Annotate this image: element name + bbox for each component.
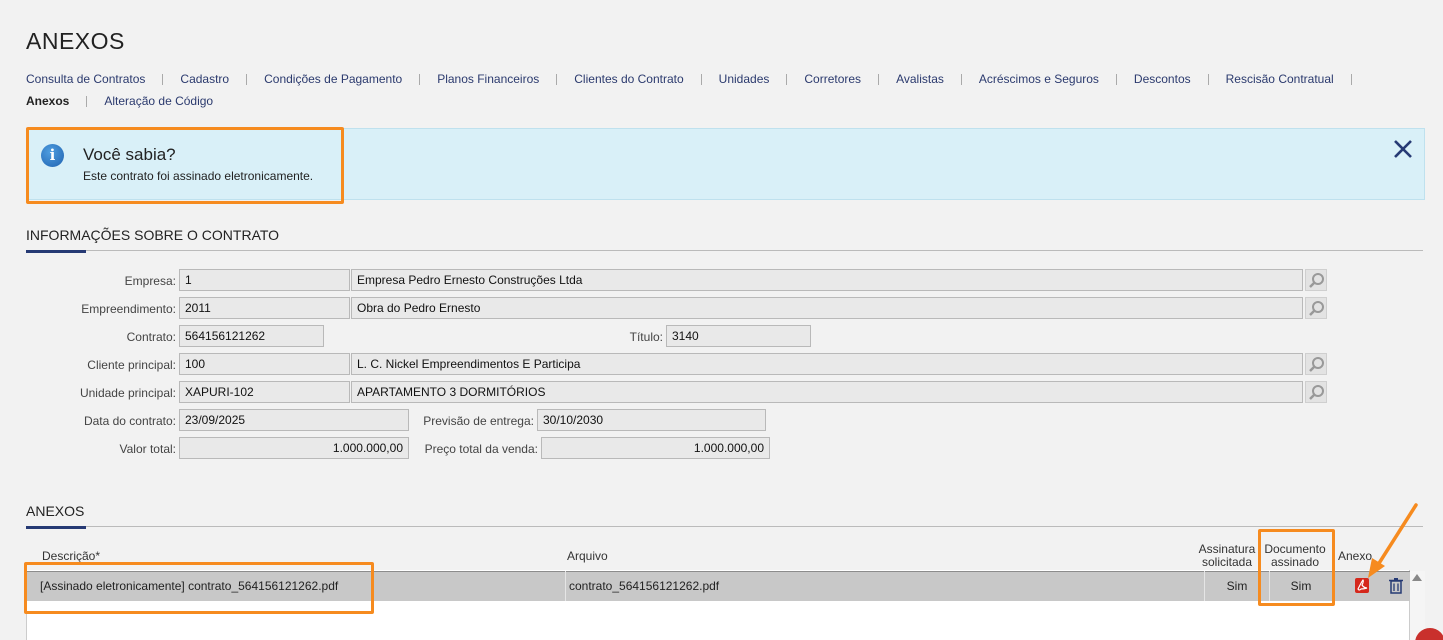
empresa-lookup-button[interactable] — [1305, 269, 1327, 291]
tab-descontos[interactable]: Descontos — [1134, 68, 1191, 90]
tab-anexos[interactable]: Anexos — [26, 90, 69, 112]
info-icon: i — [41, 144, 64, 167]
section-divider — [26, 250, 1423, 251]
preco-total-venda-field[interactable]: 1.000.000,00 — [541, 437, 770, 459]
tab-condicoes-pagamento[interactable]: Condições de Pagamento — [264, 68, 402, 90]
empreendimento-name-field[interactable]: Obra do Pedro Ernesto — [351, 297, 1303, 319]
tab-separator — [86, 95, 88, 107]
cliente-name-field[interactable]: L. C. Nickel Empreendimentos E Participa — [351, 353, 1303, 375]
tab-unidades[interactable]: Unidades — [719, 68, 770, 90]
search-icon — [1309, 385, 1324, 400]
search-icon — [1309, 301, 1324, 316]
tab-separator — [700, 73, 702, 85]
tab-consulta-contratos[interactable]: Consulta de Contratos — [26, 68, 145, 90]
cliente-lookup-button[interactable] — [1305, 353, 1327, 375]
tab-separator — [786, 73, 788, 85]
section-accent — [26, 250, 86, 253]
previsao-entrega-field[interactable]: 30/10/2030 — [537, 409, 766, 431]
data-contrato-field[interactable]: 23/09/2025 — [179, 409, 409, 431]
tab-row-1: Consulta de Contratos Cadastro Condições… — [26, 68, 1426, 90]
col-header-descricao[interactable]: Descrição* — [42, 549, 100, 563]
search-icon — [1309, 273, 1324, 288]
tab-avalistas[interactable]: Avalistas — [896, 68, 944, 90]
tab-cadastro[interactable]: Cadastro — [180, 68, 229, 90]
tab-separator — [1115, 73, 1117, 85]
unidade-name-field[interactable]: APARTAMENTO 3 DORMITÓRIOS — [351, 381, 1303, 403]
tab-separator — [556, 73, 558, 85]
empresa-label: Empresa: — [124, 274, 176, 288]
col-header-assinatura-line2: solicitada — [1201, 555, 1253, 569]
tab-bar: Consulta de Contratos Cadastro Condições… — [26, 68, 1426, 112]
alert-message: Este contrato foi assinado eletronicamen… — [83, 169, 314, 183]
tab-rescisao-contratual[interactable]: Rescisão Contratual — [1226, 68, 1334, 90]
tab-row-2: Anexos Alteração de Código — [26, 90, 1426, 112]
empreendimento-code-field[interactable]: 2011 — [179, 297, 350, 319]
section-title-contract-info: INFORMAÇÕES SOBRE O CONTRATO — [26, 227, 280, 243]
tab-planos-financeiros[interactable]: Planos Financeiros — [437, 68, 539, 90]
arrow-icon — [1368, 503, 1418, 578]
tab-separator — [878, 73, 880, 85]
cliente-label: Cliente principal: — [87, 358, 176, 372]
empresa-name-field[interactable]: Empresa Pedro Ernesto Construções Ltda — [351, 269, 1303, 291]
tab-clientes-contrato[interactable]: Clientes do Contrato — [574, 68, 683, 90]
valor-total-label: Valor total: — [119, 442, 176, 456]
previsao-entrega-label: Previsão de entrega: — [423, 414, 534, 428]
highlight-box-alert — [26, 127, 344, 204]
tab-separator — [162, 73, 164, 85]
empreendimento-label: Empreendimento: — [81, 302, 176, 316]
unidade-code-field[interactable]: XAPURI-102 — [179, 381, 350, 403]
cliente-code-field[interactable]: 100 — [179, 353, 350, 375]
contrato-field[interactable]: 564156121262 — [179, 325, 324, 347]
tab-separator — [1350, 73, 1352, 85]
col-header-arquivo[interactable]: Arquivo — [567, 549, 608, 563]
alert-title: Você sabia? — [83, 145, 176, 164]
unidade-label: Unidade principal: — [79, 386, 176, 400]
page-title: ANEXOS — [26, 28, 125, 54]
cell-divider — [565, 571, 566, 601]
col-header-assinatura-solicitada[interactable]: Assinatura solicitada — [1196, 543, 1258, 569]
tab-separator — [419, 73, 421, 85]
tab-separator — [246, 73, 248, 85]
section-divider — [26, 526, 1423, 527]
tab-separator — [960, 73, 962, 85]
section-title-anexos: ANEXOS — [26, 503, 85, 519]
tab-alteracao-codigo[interactable]: Alteração de Código — [104, 90, 213, 112]
tab-acrescimos-seguros[interactable]: Acréscimos e Seguros — [979, 68, 1099, 90]
preco-total-venda-label: Preço total da venda: — [424, 442, 538, 456]
data-contrato-label: Data do contrato: — [83, 414, 176, 428]
contrato-label: Contrato: — [126, 330, 176, 344]
search-icon — [1309, 357, 1324, 372]
titulo-label: Título: — [629, 330, 663, 344]
section-accent — [26, 526, 86, 529]
empresa-code-field[interactable]: 1 — [179, 269, 350, 291]
close-icon[interactable] — [1392, 138, 1414, 160]
valor-total-field[interactable]: 1.000.000,00 — [179, 437, 409, 459]
highlight-box-documento-assinado — [1258, 529, 1335, 606]
highlight-box-descricao — [24, 562, 374, 614]
tab-corretores[interactable]: Corretores — [804, 68, 861, 90]
tab-separator — [1207, 73, 1209, 85]
cell-arquivo[interactable]: contrato_564156121262.pdf — [569, 571, 719, 601]
unidade-lookup-button[interactable] — [1305, 381, 1327, 403]
empreendimento-lookup-button[interactable] — [1305, 297, 1327, 319]
titulo-field[interactable]: 3140 — [666, 325, 811, 347]
